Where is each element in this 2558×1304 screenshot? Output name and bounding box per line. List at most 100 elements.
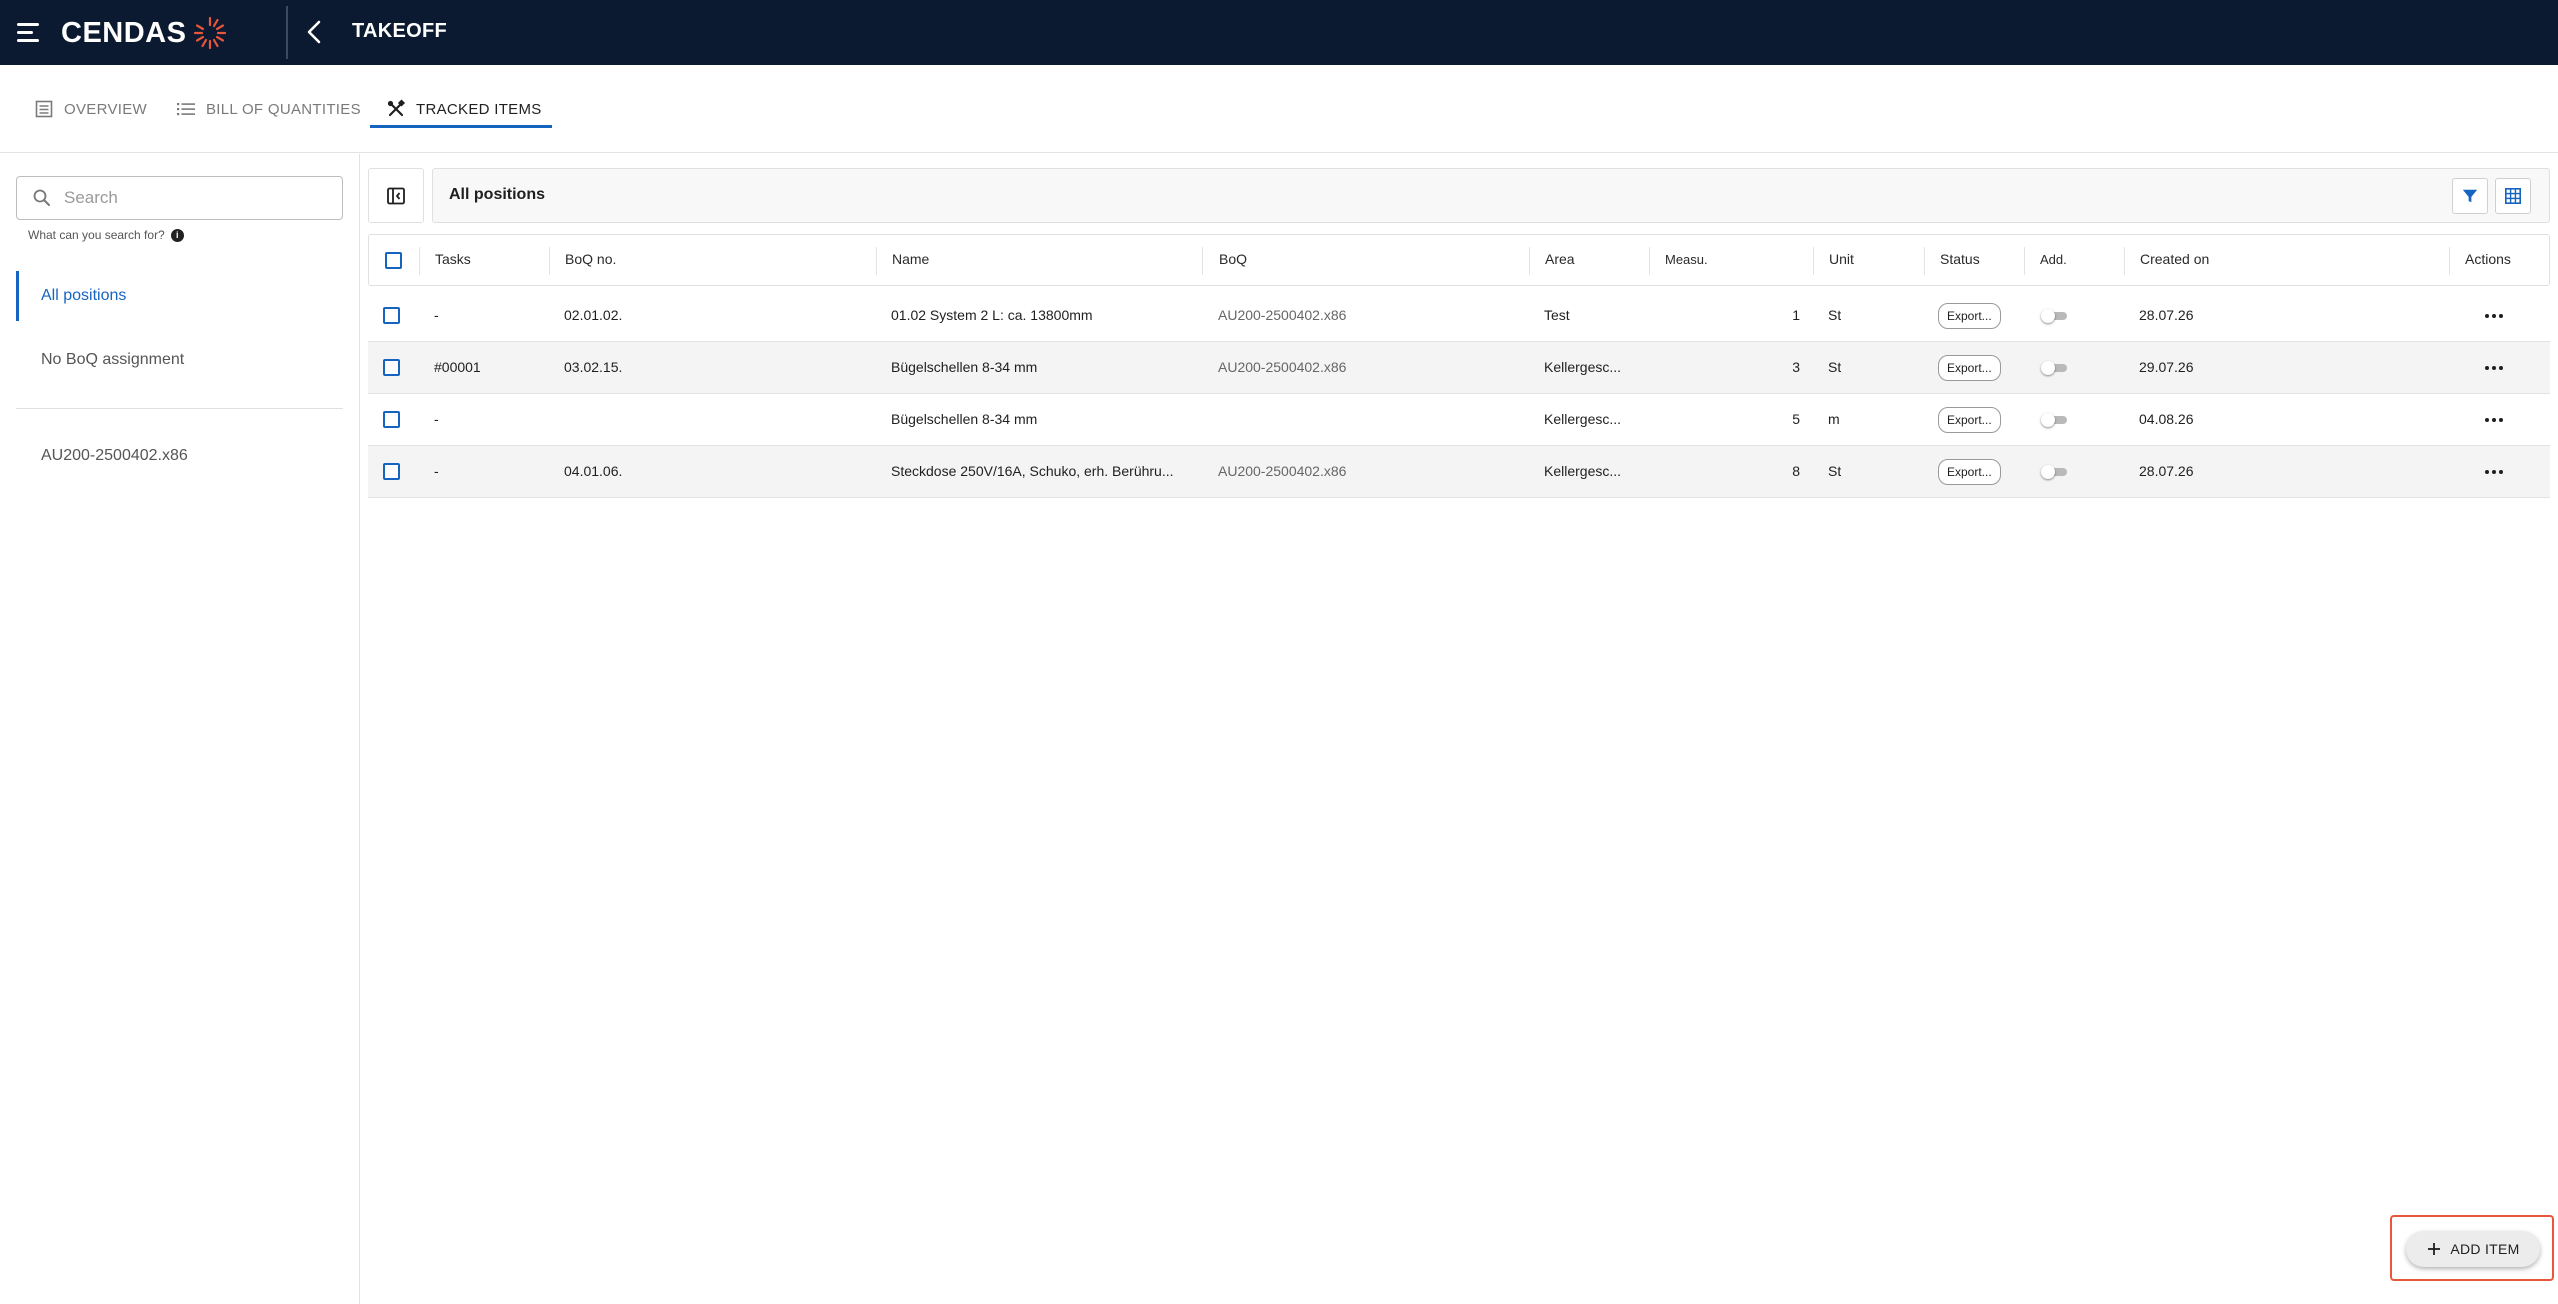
table-row[interactable]: - Bügelschellen 8-34 mm Kellergesc... 5 … (368, 394, 2550, 446)
add-toggle[interactable] (2041, 465, 2069, 479)
cell-name: Bügelschellen 8-34 mm (891, 411, 1038, 427)
cell-created-on: 28.07.26 (2139, 307, 2194, 323)
cell-boq-no: 02.01.02. (564, 307, 623, 323)
column-header-measure[interactable]: Measu. (1665, 252, 1708, 272)
plus-icon (2428, 1243, 2441, 1255)
column-header-boq-no[interactable]: BoQ no. (565, 251, 616, 271)
grid-view-button[interactable] (2495, 178, 2531, 214)
tab-bar: OVERVIEW BILL OF QUANTITIES TRACKED ITEM… (0, 65, 2558, 153)
row-checkbox[interactable] (383, 411, 400, 428)
status-chip[interactable]: Export... (1938, 355, 2001, 381)
sidebar-item-all-positions[interactable]: All positions (16, 271, 343, 321)
sidebar-item-boq-file[interactable]: AU200-2500402.x86 (16, 431, 343, 481)
cell-unit: St (1828, 307, 1842, 323)
sidebar-item-label: No BoQ assignment (41, 351, 185, 368)
column-header-boq[interactable]: BoQ (1219, 251, 1247, 271)
tools-icon (387, 99, 406, 117)
cell-unit: St (1828, 359, 1842, 375)
row-checkbox[interactable] (383, 359, 400, 376)
sidebar-divider (16, 408, 343, 409)
column-header-add[interactable]: Add. (2040, 252, 2067, 272)
column-separator (1924, 247, 1925, 275)
column-header-area[interactable]: Area (1545, 251, 1575, 271)
select-all-checkbox[interactable] (385, 252, 402, 269)
search-icon (33, 189, 50, 206)
status-chip[interactable]: Export... (1938, 303, 2001, 329)
info-icon[interactable]: i (170, 228, 184, 242)
tab-overview-label: OVERVIEW (64, 100, 147, 118)
cell-boq-no: 04.01.06. (564, 463, 623, 479)
cell-tasks: - (434, 463, 439, 479)
cell-name: Steckdose 250V/16A, Schuko, erh. Berühru… (891, 463, 1174, 479)
top-app-bar: CENDAS TAKEOFF (0, 0, 2558, 65)
cell-unit: St (1828, 463, 1842, 479)
menu-icon[interactable] (17, 20, 43, 44)
list-box-icon (35, 100, 53, 118)
cell-unit: m (1828, 411, 1840, 427)
search-input[interactable] (64, 188, 324, 208)
column-header-unit[interactable]: Unit (1829, 251, 1854, 271)
cell-boq: AU200-2500402.x86 (1218, 307, 1347, 323)
more-actions-icon[interactable] (2480, 304, 2508, 328)
add-item-label: ADD ITEM (2450, 1241, 2520, 1257)
row-checkbox[interactable] (383, 307, 400, 324)
more-actions-icon[interactable] (2480, 408, 2508, 432)
cell-area: Kellergesc... (1544, 463, 1622, 479)
column-separator (1529, 247, 1530, 275)
status-chip[interactable]: Export... (1938, 459, 2001, 485)
page-title: TAKEOFF (352, 20, 448, 42)
column-separator (876, 247, 877, 275)
tab-bill-of-quantities[interactable]: BILL OF QUANTITIES (176, 91, 361, 127)
cell-measure: 5 (1792, 411, 1800, 427)
filter-button[interactable] (2452, 178, 2488, 214)
cell-measure: 1 (1792, 307, 1800, 323)
column-separator (2024, 247, 2025, 275)
cell-boq: AU200-2500402.x86 (1218, 359, 1347, 375)
table-row[interactable]: - 04.01.06. Steckdose 250V/16A, Schuko, … (368, 446, 2550, 498)
cell-tasks: #00001 (434, 359, 481, 375)
back-arrow-icon[interactable] (300, 17, 330, 47)
column-header-tasks[interactable]: Tasks (435, 251, 471, 271)
list-icon (177, 103, 195, 116)
tab-tracked-items[interactable]: TRACKED ITEMS (386, 91, 542, 127)
more-actions-icon[interactable] (2480, 356, 2508, 380)
grid-icon (2504, 187, 2522, 205)
add-toggle[interactable] (2041, 361, 2069, 375)
column-header-created-on[interactable]: Created on (2140, 251, 2209, 271)
tab-overview[interactable]: OVERVIEW (34, 91, 147, 127)
cell-created-on: 04.08.26 (2139, 411, 2194, 427)
add-toggle[interactable] (2041, 413, 2069, 427)
cell-area: Kellergesc... (1544, 411, 1622, 427)
cell-boq-no: 03.02.15. (564, 359, 623, 375)
search-box[interactable] (16, 176, 343, 220)
cell-area: Test (1544, 307, 1570, 323)
column-separator (1813, 247, 1814, 275)
add-item-button[interactable]: ADD ITEM (2406, 1231, 2540, 1267)
more-actions-icon[interactable] (2480, 460, 2508, 484)
collapse-sidebar-button[interactable] (368, 168, 424, 223)
table-row[interactable]: - 02.01.02. 01.02 System 2 L: ca. 13800m… (368, 290, 2550, 342)
column-header-name[interactable]: Name (892, 251, 929, 271)
column-header-status[interactable]: Status (1940, 251, 1980, 271)
tab-tracked-items-label: TRACKED ITEMS (416, 100, 542, 118)
column-header-actions: Actions (2465, 251, 2511, 267)
search-hint: What can you search for? i (28, 228, 184, 242)
row-checkbox[interactable] (383, 463, 400, 480)
column-separator (2449, 247, 2450, 275)
cell-created-on: 29.07.26 (2139, 359, 2194, 375)
cell-measure: 3 (1792, 359, 1800, 375)
cell-name: Bügelschellen 8-34 mm (891, 359, 1038, 375)
sidebar-item-no-boq-assignment[interactable]: No BoQ assignment (16, 335, 343, 385)
cell-area: Kellergesc... (1544, 359, 1622, 375)
cell-created-on: 28.07.26 (2139, 463, 2194, 479)
filter-icon (2462, 189, 2478, 203)
topbar-divider (286, 6, 288, 59)
table-row[interactable]: #00001 03.02.15. Bügelschellen 8-34 mm A… (368, 342, 2550, 394)
sunburst-logo-icon (194, 16, 227, 50)
sidebar-item-label: All positions (41, 287, 127, 304)
add-toggle[interactable] (2041, 309, 2069, 323)
status-chip[interactable]: Export... (1938, 407, 2001, 433)
sidebar-collapse-icon (387, 187, 405, 204)
table-header: Tasks BoQ no. Name BoQ Area Measu. Unit … (368, 234, 2550, 286)
brand-name: CENDAS (61, 16, 187, 49)
